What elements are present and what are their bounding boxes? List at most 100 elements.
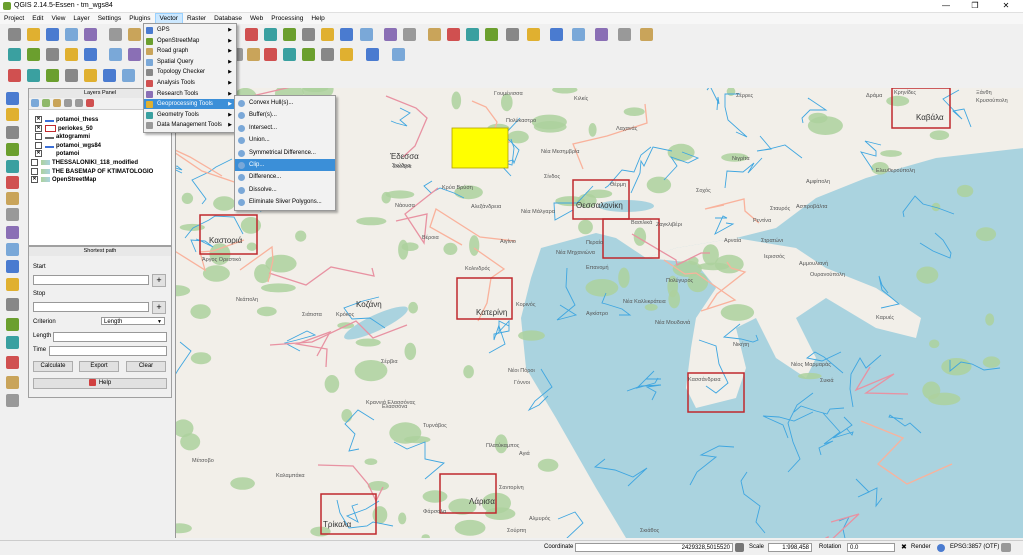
add-layer-tool-icon[interactable]: [6, 260, 19, 273]
add-layer-tool-icon[interactable]: [6, 208, 19, 221]
file-tool-icon[interactable]: [340, 28, 353, 41]
add-layer-tool-icon[interactable]: [6, 143, 19, 156]
file-tool-icon[interactable]: [384, 28, 397, 41]
add-layer-tool-icon[interactable]: [6, 176, 19, 189]
layer-visibility-checkbox[interactable]: [31, 159, 38, 166]
file-tool-icon[interactable]: [360, 28, 373, 41]
geoprocessing-menu-item[interactable]: Symmetrical Difference...: [235, 147, 335, 159]
vector-menu-item[interactable]: GPS ▶: [144, 25, 236, 35]
digitize-tool-icon[interactable]: [321, 48, 334, 61]
remove-layer-icon[interactable]: [86, 99, 94, 107]
vector-menu-item[interactable]: Geoprocessing Tools ▶: [144, 99, 236, 110]
layer-tool-icon[interactable]: [27, 69, 40, 82]
geoprocessing-menu-item[interactable]: Buffer(s)...: [235, 109, 335, 121]
geoprocessing-menu-item[interactable]: Intersect...: [235, 122, 335, 134]
file-tool-icon[interactable]: [8, 28, 21, 41]
menu-project[interactable]: Project: [0, 13, 28, 24]
filter-legend-icon[interactable]: [53, 99, 61, 107]
export-button[interactable]: Export: [79, 361, 119, 372]
vector-menu-item[interactable]: Geometry Tools ▶: [144, 110, 236, 120]
digitize-tool-icon[interactable]: [65, 48, 78, 61]
layer-row[interactable]: ✕ potamoi: [35, 150, 79, 158]
file-tool-icon[interactable]: [506, 28, 519, 41]
menu-help[interactable]: Help: [307, 13, 328, 24]
add-layer-tool-icon[interactable]: [6, 192, 19, 205]
file-tool-icon[interactable]: [466, 28, 479, 41]
digitize-tool-icon[interactable]: [84, 48, 97, 61]
add-layer-tool-icon[interactable]: [6, 226, 19, 239]
menu-edit[interactable]: Edit: [28, 13, 47, 24]
vector-menu-item[interactable]: Analysis Tools ▶: [144, 78, 236, 88]
digitize-tool-icon[interactable]: [46, 48, 59, 61]
add-layer-tool-icon[interactable]: [6, 356, 19, 369]
add-layer-tool-icon[interactable]: [6, 394, 19, 407]
messages-icon[interactable]: [1001, 543, 1011, 552]
file-tool-icon[interactable]: [109, 28, 122, 41]
layer-tool-icon[interactable]: [103, 69, 116, 82]
file-tool-icon[interactable]: [302, 28, 315, 41]
layer-visibility-checkbox[interactable]: ✕: [35, 124, 42, 132]
digitize-tool-icon[interactable]: [264, 48, 277, 61]
digitize-tool-icon[interactable]: [392, 48, 405, 61]
menu-web[interactable]: Web: [246, 13, 267, 24]
geoprocessing-menu-item[interactable]: Clip...: [235, 159, 335, 171]
file-tool-icon[interactable]: [245, 28, 258, 41]
file-tool-icon[interactable]: [550, 28, 563, 41]
layer-tool-icon[interactable]: [65, 69, 78, 82]
file-tool-icon[interactable]: [46, 28, 59, 41]
add-layer-tool-icon[interactable]: [6, 92, 19, 105]
layer-visibility-checkbox[interactable]: [35, 141, 42, 149]
scale-field[interactable]: 1:998,458: [768, 543, 812, 552]
geoprocessing-menu-item[interactable]: Union...: [235, 134, 335, 146]
rotation-field[interactable]: 0.0: [847, 543, 895, 552]
layer-row[interactable]: THE BASEMAP OF KTIMATOLOGIO: [31, 167, 153, 176]
clear-button[interactable]: Clear: [126, 361, 166, 372]
crs-status[interactable]: EPSG:3857 (OTF): [950, 544, 999, 550]
add-layer-tool-icon[interactable]: [6, 298, 19, 311]
vector-menu-item[interactable]: Spatial Query ▶: [144, 57, 236, 67]
layer-visibility-checkbox[interactable]: ✕: [31, 176, 38, 184]
file-tool-icon[interactable]: [572, 28, 585, 41]
digitize-tool-icon[interactable]: [128, 48, 141, 61]
open-layer-styling-icon[interactable]: [31, 99, 39, 107]
add-layer-tool-icon[interactable]: [6, 108, 19, 121]
geoprocessing-menu-item[interactable]: Difference...: [235, 171, 335, 183]
add-layer-tool-icon[interactable]: [6, 126, 19, 139]
stop-point-input[interactable]: [33, 302, 149, 312]
layer-tool-icon[interactable]: [46, 69, 59, 82]
start-capture-button[interactable]: +: [152, 274, 166, 287]
layer-row[interactable]: aktogrammi: [35, 133, 90, 141]
coordinate-field[interactable]: 2429328,5015520: [575, 543, 733, 552]
digitize-tool-icon[interactable]: [247, 48, 260, 61]
layer-visibility-checkbox[interactable]: ✕: [35, 150, 42, 158]
menu-view[interactable]: View: [47, 13, 69, 24]
geoprocessing-menu-item[interactable]: Dissolve...: [235, 184, 335, 196]
layer-tool-icon[interactable]: [8, 69, 21, 82]
collapse-all-icon[interactable]: [75, 99, 83, 107]
geoprocessing-menu-item[interactable]: Eliminate Sliver Polygons...: [235, 196, 335, 208]
menu-processing[interactable]: Processing: [267, 13, 307, 24]
stop-capture-button[interactable]: +: [152, 301, 166, 314]
layer-row[interactable]: ✕ OpenStreetMap: [31, 176, 96, 184]
restore-button[interactable]: ❐: [961, 0, 989, 12]
file-tool-icon[interactable]: [283, 28, 296, 41]
add-group-icon[interactable]: [42, 99, 50, 107]
digitize-tool-icon[interactable]: [109, 48, 122, 61]
file-tool-icon[interactable]: [27, 28, 40, 41]
file-tool-icon[interactable]: [595, 28, 608, 41]
file-tool-icon[interactable]: [65, 28, 78, 41]
digitize-tool-icon[interactable]: [283, 48, 296, 61]
digitize-tool-icon[interactable]: [340, 48, 353, 61]
layer-visibility-checkbox[interactable]: [35, 133, 42, 141]
add-layer-tool-icon[interactable]: [6, 243, 19, 256]
layer-row[interactable]: ✕ periokes_50: [35, 124, 93, 133]
file-tool-icon[interactable]: [527, 28, 540, 41]
file-tool-icon[interactable]: [447, 28, 460, 41]
close-window-button[interactable]: ✕: [992, 0, 1020, 12]
add-layer-tool-icon[interactable]: [6, 376, 19, 389]
menu-settings[interactable]: Settings: [94, 13, 126, 24]
digitize-tool-icon[interactable]: [27, 48, 40, 61]
vector-menu-item[interactable]: OpenStreetMap ▶: [144, 36, 236, 46]
digitize-tool-icon[interactable]: [8, 48, 21, 61]
help-button[interactable]: Help: [33, 378, 167, 389]
